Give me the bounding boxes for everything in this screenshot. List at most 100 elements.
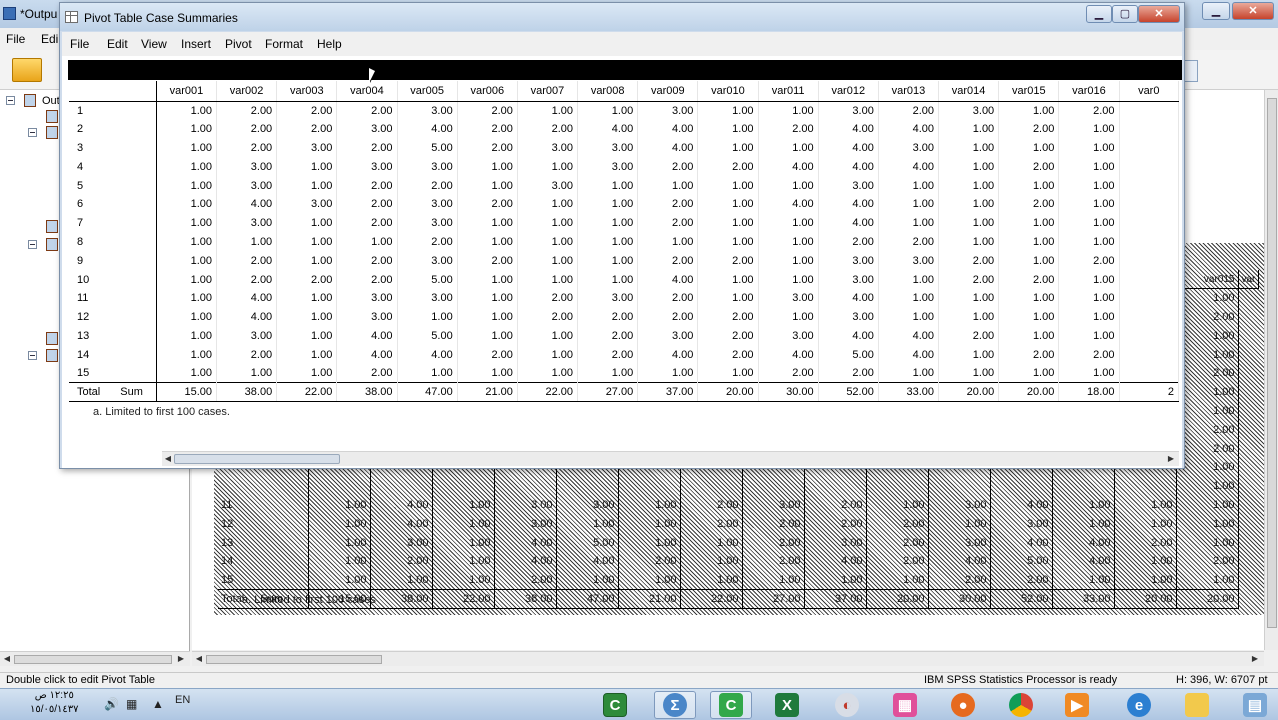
data-cell[interactable]: 1.00 [998, 307, 1060, 327]
row-label[interactable]: 12 [69, 307, 157, 327]
column-header[interactable]: var010 [697, 81, 759, 102]
data-cell[interactable]: 3.00 [818, 176, 879, 195]
output-menu-edit[interactable]: Edi [41, 32, 58, 46]
data-cell[interactable]: 4.00 [818, 157, 879, 177]
data-cell[interactable]: 1.00 [637, 232, 699, 252]
total-cell[interactable]: 21.00 [457, 382, 518, 403]
data-cell[interactable]: 1.00 [878, 307, 940, 327]
data-cell[interactable]: 1.00 [457, 270, 518, 289]
open-folder-icon[interactable] [12, 58, 42, 82]
data-cell[interactable]: 1.00 [758, 213, 819, 233]
data-cell[interactable]: 2.00 [457, 138, 518, 158]
data-cell[interactable]: 1.00 [998, 232, 1060, 252]
total-cell[interactable]: 38.00 [336, 382, 398, 403]
data-cell[interactable]: 3.00 [336, 119, 398, 139]
data-cell[interactable]: 2.00 [637, 213, 699, 233]
data-cell[interactable]: 1.00 [457, 326, 518, 346]
data-cell[interactable]: 4.00 [818, 138, 879, 158]
data-cell[interactable] [1119, 307, 1179, 327]
data-cell[interactable]: 1.00 [938, 288, 1000, 308]
data-cell[interactable]: 2.00 [1058, 251, 1120, 271]
data-cell[interactable]: 2.00 [637, 307, 699, 327]
menu-help[interactable]: Help [317, 37, 342, 51]
data-cell[interactable]: 1.00 [758, 176, 819, 195]
data-cell[interactable]: 3.00 [336, 307, 398, 327]
data-cell[interactable]: 1.00 [758, 307, 819, 327]
data-cell[interactable]: 4.00 [758, 157, 819, 177]
data-cell[interactable]: 1.00 [397, 307, 458, 327]
data-cell[interactable]: 2.00 [637, 194, 699, 214]
data-cell[interactable]: 1.00 [697, 138, 759, 158]
row-label[interactable]: 9 [69, 251, 157, 271]
taskbar-excel[interactable]: X [766, 691, 808, 719]
data-cell[interactable]: 1.00 [156, 270, 218, 289]
total-cell[interactable]: 2 [1119, 382, 1179, 403]
data-cell[interactable]: 1.00 [1058, 213, 1120, 233]
column-header[interactable]: var015 [998, 81, 1060, 102]
data-cell[interactable] [1119, 251, 1179, 271]
data-cell[interactable]: 1.00 [577, 176, 639, 195]
data-cell[interactable]: 1.00 [156, 307, 218, 327]
data-cell[interactable]: 2.00 [216, 251, 278, 271]
data-cell[interactable]: 1.00 [1058, 119, 1120, 139]
scroll-left-icon[interactable]: ◀ [163, 454, 173, 464]
total-cell[interactable]: 27.00 [577, 382, 639, 403]
show-hidden-icons-icon[interactable]: ▲ [152, 697, 164, 711]
data-cell[interactable]: 3.00 [878, 138, 940, 158]
data-cell[interactable]: 4.00 [637, 138, 699, 158]
data-cell[interactable]: 2.00 [998, 157, 1060, 177]
data-cell[interactable]: 3.00 [336, 157, 398, 177]
data-cell[interactable]: 4.00 [397, 345, 458, 365]
data-cell[interactable]: 2.00 [938, 251, 1000, 271]
scrollbar-thumb[interactable] [206, 655, 382, 664]
total-cell[interactable]: 20.00 [998, 382, 1060, 403]
data-cell[interactable]: 1.00 [998, 364, 1060, 383]
data-cell[interactable]: 2.00 [397, 232, 458, 252]
taskbar-internet-explorer[interactable]: e [1118, 691, 1160, 719]
data-cell[interactable]: 3.00 [216, 326, 278, 346]
data-cell[interactable]: 1.00 [758, 270, 819, 289]
data-cell[interactable]: 3.00 [818, 270, 879, 289]
taskbar-app-swirl[interactable]: ◐ [826, 691, 868, 719]
data-cell[interactable]: 1.00 [697, 232, 759, 252]
data-cell[interactable]: 4.00 [336, 345, 398, 365]
data-cell[interactable]: 4.00 [397, 119, 458, 139]
data-cell[interactable]: 1.00 [878, 270, 940, 289]
scrollbar-thumb[interactable] [14, 655, 172, 664]
output-close-button[interactable]: ✕ [1232, 2, 1274, 20]
data-cell[interactable] [1119, 176, 1179, 195]
data-cell[interactable]: 2.00 [336, 101, 398, 120]
data-cell[interactable]: 2.00 [336, 364, 398, 383]
column-header[interactable]: var014 [938, 81, 1000, 102]
row-label[interactable]: 7 [69, 213, 157, 233]
data-cell[interactable]: 1.00 [1058, 176, 1120, 195]
data-cell[interactable]: 2.00 [216, 345, 278, 365]
data-cell[interactable]: 4.00 [637, 119, 699, 139]
data-cell[interactable]: 1.00 [457, 232, 518, 252]
data-cell[interactable]: 4.00 [637, 270, 699, 289]
total-cell[interactable]: 20.00 [938, 382, 1000, 403]
data-cell[interactable]: 2.00 [758, 364, 819, 383]
data-cell[interactable]: 1.00 [938, 364, 1000, 383]
data-cell[interactable]: 1.00 [878, 213, 940, 233]
row-label[interactable]: 13 [69, 326, 157, 346]
data-cell[interactable]: 1.00 [697, 288, 759, 308]
total-cell[interactable]: 20.00 [697, 382, 759, 403]
data-cell[interactable] [1119, 194, 1179, 214]
data-cell[interactable]: 3.00 [517, 176, 579, 195]
data-cell[interactable]: 1.00 [517, 157, 579, 177]
data-cell[interactable]: 2.00 [878, 232, 940, 252]
data-cell[interactable] [1119, 364, 1179, 383]
data-cell[interactable]: 2.00 [637, 288, 699, 308]
pivot-table-viewport[interactable]: var001 var002 var003 var004 var005 var006 var0… [69, 81, 1179, 403]
data-cell[interactable]: 2.00 [998, 119, 1060, 139]
column-header[interactable]: var004 [336, 81, 398, 102]
data-cell[interactable]: 3.00 [758, 288, 819, 308]
data-cell[interactable]: 1.00 [336, 232, 398, 252]
row-label[interactable]: 1 [69, 101, 157, 120]
data-cell[interactable]: 2.00 [216, 101, 278, 120]
data-cell[interactable]: 1.00 [156, 326, 218, 346]
case-summaries-table[interactable]: var001 var002 var003 var004 var005 var006 var0… [69, 81, 1179, 403]
row-label[interactable]: 11 [69, 288, 157, 308]
data-cell[interactable]: 1.00 [697, 270, 759, 289]
